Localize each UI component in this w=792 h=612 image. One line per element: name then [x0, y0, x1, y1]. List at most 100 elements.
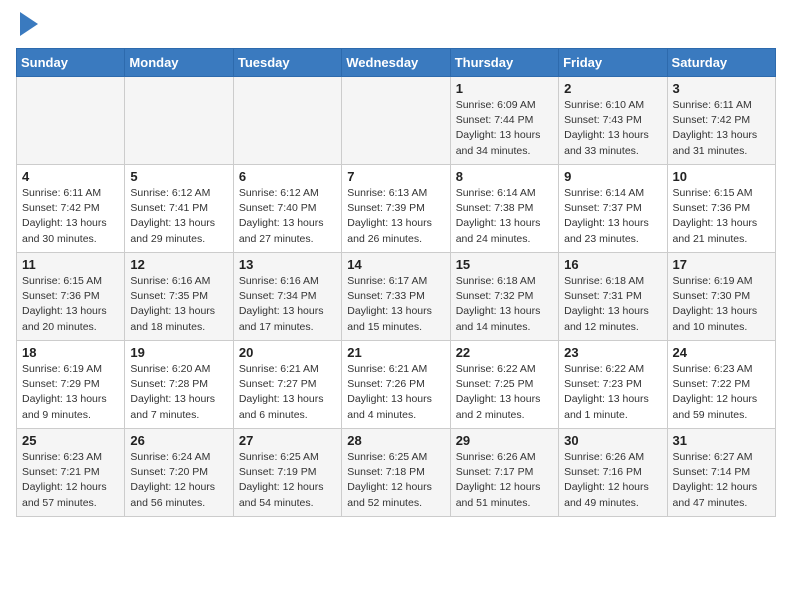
day-number: 11 [22, 257, 119, 272]
day-number: 25 [22, 433, 119, 448]
day-info: Sunrise: 6:27 AM Sunset: 7:14 PM Dayligh… [673, 450, 770, 511]
calendar-cell: 28 Sunrise: 6:25 AM Sunset: 7:18 PM Dayli… [342, 429, 450, 517]
week-row-3: 11Sunrise: 6:15 AM Sunset: 7:36 PM Dayli… [17, 253, 776, 341]
day-number: 1 [456, 81, 553, 96]
day-info: Sunrise: 6:22 AM Sunset: 7:23 PM Dayligh… [564, 362, 661, 423]
day-number: 19 [130, 345, 227, 360]
day-number: 30 [564, 433, 661, 448]
day-number: 23 [564, 345, 661, 360]
day-info: Sunrise: 6:09 AM Sunset: 7:44 PM Dayligh… [456, 98, 553, 159]
day-number: 13 [239, 257, 336, 272]
col-header-wednesday: Wednesday [342, 49, 450, 77]
day-number: 24 [673, 345, 770, 360]
day-info: Sunrise: 6:15 AM Sunset: 7:36 PM Dayligh… [673, 186, 770, 247]
day-info: Sunrise: 6:11 AM Sunset: 7:42 PM Dayligh… [673, 98, 770, 159]
day-info: Sunrise: 6:12 AM Sunset: 7:40 PM Dayligh… [239, 186, 336, 247]
calendar-cell: 11Sunrise: 6:15 AM Sunset: 7:36 PM Dayli… [17, 253, 125, 341]
day-info: Sunrise: 6:12 AM Sunset: 7:41 PM Dayligh… [130, 186, 227, 247]
week-row-4: 18Sunrise: 6:19 AM Sunset: 7:29 PM Dayli… [17, 341, 776, 429]
calendar-cell: 10 Sunrise: 6:15 AM Sunset: 7:36 PM Dayli… [667, 165, 775, 253]
calendar-cell: 24 Sunrise: 6:23 AM Sunset: 7:22 PM Dayli… [667, 341, 775, 429]
calendar-cell [342, 77, 450, 165]
calendar-table: SundayMondayTuesdayWednesdayThursdayFrid… [16, 48, 776, 517]
calendar-cell: 9 Sunrise: 6:14 AM Sunset: 7:37 PM Daylig… [559, 165, 667, 253]
day-info: Sunrise: 6:25 AM Sunset: 7:19 PM Dayligh… [239, 450, 336, 511]
day-number: 2 [564, 81, 661, 96]
col-header-tuesday: Tuesday [233, 49, 341, 77]
day-number: 17 [673, 257, 770, 272]
day-number: 27 [239, 433, 336, 448]
day-number: 29 [456, 433, 553, 448]
day-number: 14 [347, 257, 444, 272]
day-info: Sunrise: 6:16 AM Sunset: 7:34 PM Dayligh… [239, 274, 336, 335]
day-number: 8 [456, 169, 553, 184]
calendar-cell: 2 Sunrise: 6:10 AM Sunset: 7:43 PM Daylig… [559, 77, 667, 165]
calendar-cell: 15 Sunrise: 6:18 AM Sunset: 7:32 PM Dayli… [450, 253, 558, 341]
week-row-2: 4 Sunrise: 6:11 AM Sunset: 7:42 PM Daylig… [17, 165, 776, 253]
calendar-cell: 19 Sunrise: 6:20 AM Sunset: 7:28 PM Dayli… [125, 341, 233, 429]
day-info: Sunrise: 6:19 AM Sunset: 7:29 PM Dayligh… [22, 362, 119, 423]
calendar-cell: 17 Sunrise: 6:19 AM Sunset: 7:30 PM Dayli… [667, 253, 775, 341]
day-info: Sunrise: 6:21 AM Sunset: 7:26 PM Dayligh… [347, 362, 444, 423]
day-number: 15 [456, 257, 553, 272]
day-info: Sunrise: 6:20 AM Sunset: 7:28 PM Dayligh… [130, 362, 227, 423]
day-info: Sunrise: 6:10 AM Sunset: 7:43 PM Dayligh… [564, 98, 661, 159]
calendar-cell: 3Sunrise: 6:11 AM Sunset: 7:42 PM Daylig… [667, 77, 775, 165]
day-number: 16 [564, 257, 661, 272]
calendar-cell: 4 Sunrise: 6:11 AM Sunset: 7:42 PM Daylig… [17, 165, 125, 253]
col-header-friday: Friday [559, 49, 667, 77]
day-number: 20 [239, 345, 336, 360]
day-number: 10 [673, 169, 770, 184]
calendar-cell [233, 77, 341, 165]
calendar-header-row: SundayMondayTuesdayWednesdayThursdayFrid… [17, 49, 776, 77]
calendar-cell: 25Sunrise: 6:23 AM Sunset: 7:21 PM Dayli… [17, 429, 125, 517]
calendar-cell: 12Sunrise: 6:16 AM Sunset: 7:35 PM Dayli… [125, 253, 233, 341]
day-info: Sunrise: 6:19 AM Sunset: 7:30 PM Dayligh… [673, 274, 770, 335]
day-number: 5 [130, 169, 227, 184]
col-header-saturday: Saturday [667, 49, 775, 77]
col-header-thursday: Thursday [450, 49, 558, 77]
col-header-sunday: Sunday [17, 49, 125, 77]
day-info: Sunrise: 6:26 AM Sunset: 7:16 PM Dayligh… [564, 450, 661, 511]
calendar-cell: 8 Sunrise: 6:14 AM Sunset: 7:38 PM Daylig… [450, 165, 558, 253]
logo-arrow-icon [20, 12, 38, 36]
calendar-cell: 21 Sunrise: 6:21 AM Sunset: 7:26 PM Dayli… [342, 341, 450, 429]
day-info: Sunrise: 6:22 AM Sunset: 7:25 PM Dayligh… [456, 362, 553, 423]
calendar-cell: 7Sunrise: 6:13 AM Sunset: 7:39 PM Daylig… [342, 165, 450, 253]
day-info: Sunrise: 6:13 AM Sunset: 7:39 PM Dayligh… [347, 186, 444, 247]
day-number: 28 [347, 433, 444, 448]
day-info: Sunrise: 6:24 AM Sunset: 7:20 PM Dayligh… [130, 450, 227, 511]
col-header-monday: Monday [125, 49, 233, 77]
day-info: Sunrise: 6:16 AM Sunset: 7:35 PM Dayligh… [130, 274, 227, 335]
day-number: 26 [130, 433, 227, 448]
day-info: Sunrise: 6:18 AM Sunset: 7:31 PM Dayligh… [564, 274, 661, 335]
calendar-cell: 14 Sunrise: 6:17 AM Sunset: 7:33 PM Dayli… [342, 253, 450, 341]
day-info: Sunrise: 6:18 AM Sunset: 7:32 PM Dayligh… [456, 274, 553, 335]
day-info: Sunrise: 6:21 AM Sunset: 7:27 PM Dayligh… [239, 362, 336, 423]
day-info: Sunrise: 6:11 AM Sunset: 7:42 PM Dayligh… [22, 186, 119, 247]
calendar-cell: 30 Sunrise: 6:26 AM Sunset: 7:16 PM Dayli… [559, 429, 667, 517]
day-info: Sunrise: 6:14 AM Sunset: 7:37 PM Dayligh… [564, 186, 661, 247]
day-number: 4 [22, 169, 119, 184]
calendar-cell: 16 Sunrise: 6:18 AM Sunset: 7:31 PM Dayli… [559, 253, 667, 341]
day-number: 6 [239, 169, 336, 184]
day-number: 21 [347, 345, 444, 360]
calendar-cell: 6 Sunrise: 6:12 AM Sunset: 7:40 PM Daylig… [233, 165, 341, 253]
calendar-cell: 5 Sunrise: 6:12 AM Sunset: 7:41 PM Daylig… [125, 165, 233, 253]
day-info: Sunrise: 6:17 AM Sunset: 7:33 PM Dayligh… [347, 274, 444, 335]
calendar-cell: 22 Sunrise: 6:22 AM Sunset: 7:25 PM Dayli… [450, 341, 558, 429]
week-row-5: 25Sunrise: 6:23 AM Sunset: 7:21 PM Dayli… [17, 429, 776, 517]
calendar-cell: 13 Sunrise: 6:16 AM Sunset: 7:34 PM Dayli… [233, 253, 341, 341]
day-number: 22 [456, 345, 553, 360]
day-info: Sunrise: 6:23 AM Sunset: 7:22 PM Dayligh… [673, 362, 770, 423]
logo [16, 16, 38, 36]
page-header [16, 16, 776, 36]
day-info: Sunrise: 6:25 AM Sunset: 7:18 PM Dayligh… [347, 450, 444, 511]
day-number: 31 [673, 433, 770, 448]
day-info: Sunrise: 6:26 AM Sunset: 7:17 PM Dayligh… [456, 450, 553, 511]
calendar-cell: 26 Sunrise: 6:24 AM Sunset: 7:20 PM Dayli… [125, 429, 233, 517]
day-info: Sunrise: 6:14 AM Sunset: 7:38 PM Dayligh… [456, 186, 553, 247]
day-number: 9 [564, 169, 661, 184]
calendar-cell: 31 Sunrise: 6:27 AM Sunset: 7:14 PM Dayli… [667, 429, 775, 517]
calendar-cell: 1 Sunrise: 6:09 AM Sunset: 7:44 PM Daylig… [450, 77, 558, 165]
